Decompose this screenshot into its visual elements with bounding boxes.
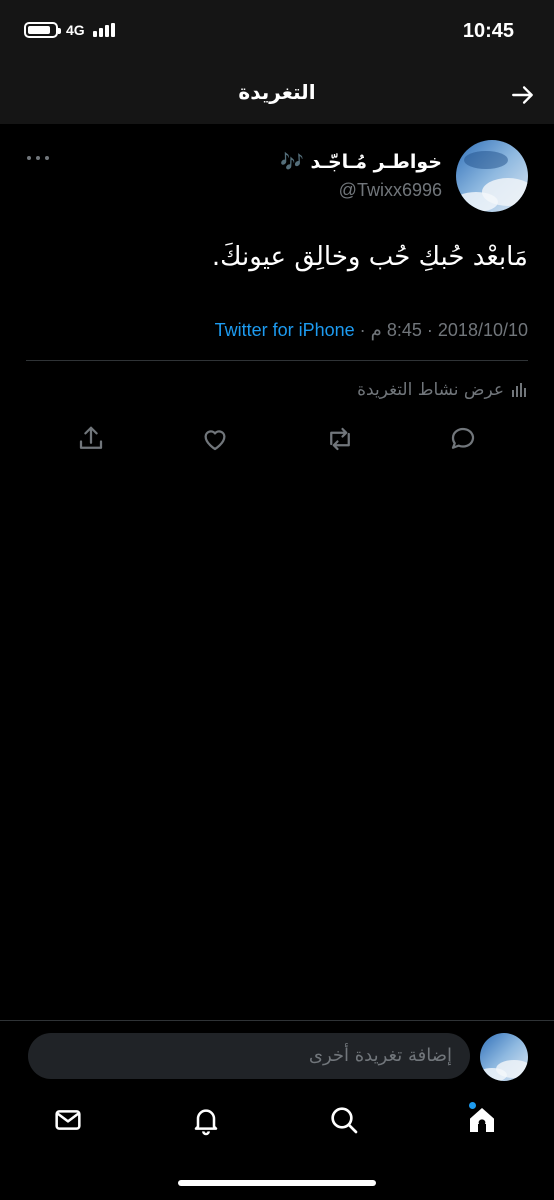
view-activity-link[interactable]: عرض نشاط التغريدة <box>357 380 528 400</box>
network-type: 4G <box>66 22 85 38</box>
tweet-text: مَابعْد حُبكِ حُب وخالِق عيونكَ. <box>211 242 528 272</box>
reply-composer: إضافة تغريدة أخرى <box>0 1020 554 1090</box>
divider <box>26 360 528 361</box>
tweet-actions <box>0 424 554 460</box>
more-dots-icon[interactable] <box>26 154 50 162</box>
signal-icon <box>92 23 115 37</box>
search-icon[interactable] <box>328 1104 360 1136</box>
home-icon[interactable] <box>466 1104 498 1136</box>
tweet-date: 2018/10/10 <box>437 320 528 340</box>
status-indicators: 4G <box>24 22 115 38</box>
tweet-meta: Twitter for iPhone · 8:45 م · 2018/10/10 <box>215 320 528 341</box>
activity-chart-icon <box>512 383 526 397</box>
activity-label: عرض نشاط التغريدة <box>357 380 504 400</box>
tweet-source[interactable]: Twitter for iPhone <box>215 320 355 340</box>
user-avatar[interactable] <box>480 1033 528 1081</box>
tweet-time: 8:45 م <box>370 320 422 340</box>
meta-separator: · <box>426 320 433 340</box>
author-handle[interactable]: @Twixx6996 <box>339 180 442 201</box>
retweet-icon[interactable] <box>325 424 355 454</box>
status-bar: 4G 10:45 <box>0 0 554 66</box>
home-indicator <box>178 1180 376 1186</box>
reply-input[interactable]: إضافة تغريدة أخرى <box>28 1033 470 1079</box>
nav-bar: التغريدة <box>0 66 554 124</box>
status-time: 10:45 <box>462 20 514 42</box>
arrow-right-icon[interactable] <box>510 82 536 108</box>
author-name[interactable]: خواطـر مُـاجّـد 🎶 <box>280 150 442 173</box>
messages-icon[interactable] <box>52 1104 84 1136</box>
notifications-icon[interactable] <box>190 1104 222 1136</box>
battery-icon <box>24 22 61 38</box>
heart-icon[interactable] <box>200 424 230 454</box>
meta-separator: · <box>359 320 366 340</box>
author-avatar[interactable] <box>456 140 528 212</box>
share-icon[interactable] <box>76 424 106 454</box>
page-title: التغريدة <box>238 80 316 104</box>
reply-icon[interactable] <box>448 424 478 454</box>
